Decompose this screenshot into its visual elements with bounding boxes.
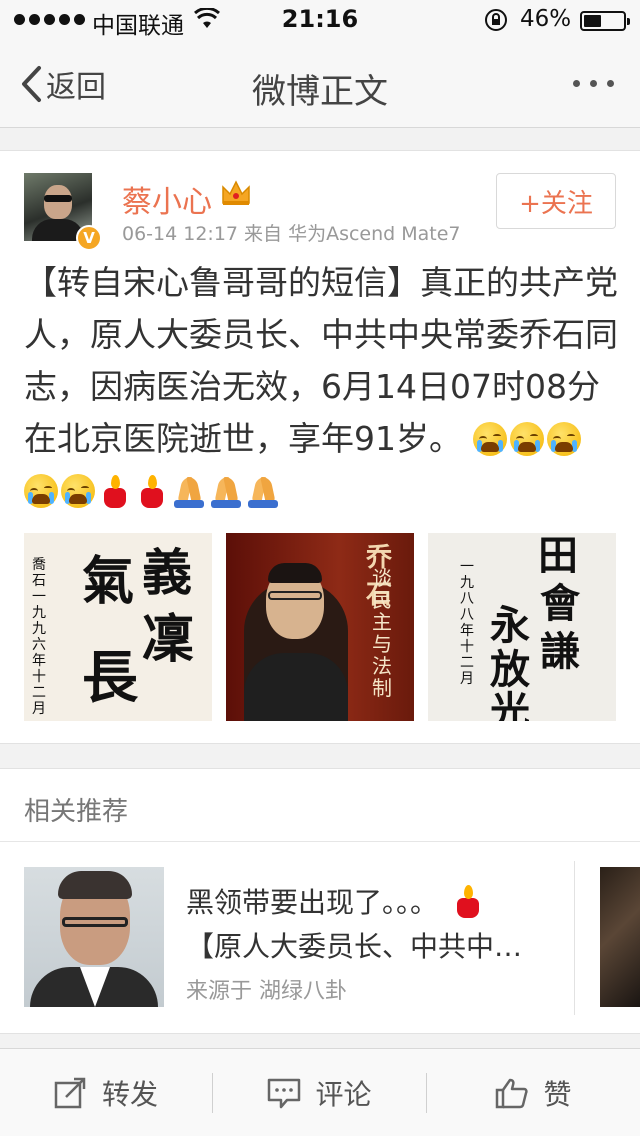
navigation-bar: 返回 微博正文: [0, 40, 640, 128]
repost-button[interactable]: 转发: [0, 1049, 212, 1136]
candle-emoji-icon: [135, 474, 169, 508]
photo-grid: 氣 義 凜 長 喬石 一九九六年十二月 乔石 谈民主与法制 田 會 永 放 光 …: [24, 533, 618, 721]
related-recommendations: 相关推荐 黑领带要出现了。。。 【原人大委员长、中共中… 来源于 湖绿八卦: [0, 768, 640, 1034]
battery-percent: 46%: [520, 6, 572, 32]
pray-emoji-icon: [209, 474, 243, 508]
like-label: 赞: [543, 1078, 572, 1111]
page-title: 微博正文: [252, 72, 388, 112]
related-title: 相关推荐: [24, 797, 129, 827]
cry-emoji-icon: [61, 474, 95, 508]
pray-emoji-icon: [172, 474, 206, 508]
username[interactable]: 蔡小心: [122, 177, 212, 221]
candle-emoji-icon: [98, 474, 132, 508]
related-line-2: 【原人大委员长、中共中…: [186, 930, 523, 963]
thumbs-up-icon: [496, 1078, 529, 1109]
verified-badge-icon: V: [76, 225, 102, 251]
related-card-next-thumbnail[interactable]: [600, 867, 640, 1007]
repost-label: 转发: [101, 1078, 158, 1111]
related-line-1: 黑领带要出现了。。。: [186, 881, 488, 921]
comment-button[interactable]: 评论: [213, 1049, 426, 1136]
cry-emoji-icon: [546, 422, 581, 456]
photo-book-cover[interactable]: 乔石 谈民主与法制: [226, 533, 414, 721]
rotation-lock-icon: [485, 9, 507, 31]
divider: [0, 841, 640, 842]
battery-icon: [580, 11, 630, 31]
related-thumbnail: [24, 867, 164, 1007]
comment-label: 评论: [315, 1078, 372, 1111]
cry-emoji-icon: [24, 474, 58, 508]
more-options-icon[interactable]: [573, 80, 614, 87]
related-card[interactable]: 黑领带要出现了。。。 【原人大委员长、中共中… 来源于 湖绿八卦: [24, 867, 574, 1009]
weibo-post: V 蔡小心 06-14 12:17 来自 华为Ascend Mate7 +关注 …: [0, 150, 640, 744]
related-source: 来源于 湖绿八卦: [186, 979, 347, 1004]
cry-emoji-icon: [509, 422, 544, 456]
repost-icon: [54, 1077, 86, 1109]
bottom-toolbar: 转发 评论 赞: [0, 1048, 640, 1136]
candle-emoji-icon: [451, 884, 485, 918]
vip-crown-icon: [222, 180, 250, 205]
like-button[interactable]: 赞: [427, 1049, 640, 1136]
cry-emoji-icon: [472, 422, 507, 456]
pray-emoji-icon: [246, 474, 280, 508]
post-meta: 06-14 12:17 来自 华为Ascend Mate7: [122, 223, 461, 245]
post-text: 【转自宋心鲁哥哥的短信】真正的共产党人，原人大委员长、中共中央常委乔石同志，因病…: [24, 257, 618, 517]
comment-icon: [268, 1078, 301, 1109]
photo-calligraphy-1[interactable]: 氣 義 凜 長 喬石 一九九六年十二月: [24, 533, 212, 721]
status-bar: 中国联通 21:16 46%: [0, 0, 640, 40]
follow-button[interactable]: +关注: [496, 173, 616, 229]
divider: [574, 861, 575, 1015]
photo-calligraphy-2[interactable]: 田 會 永 放 光 謙 一九八八年十二月: [428, 533, 616, 721]
